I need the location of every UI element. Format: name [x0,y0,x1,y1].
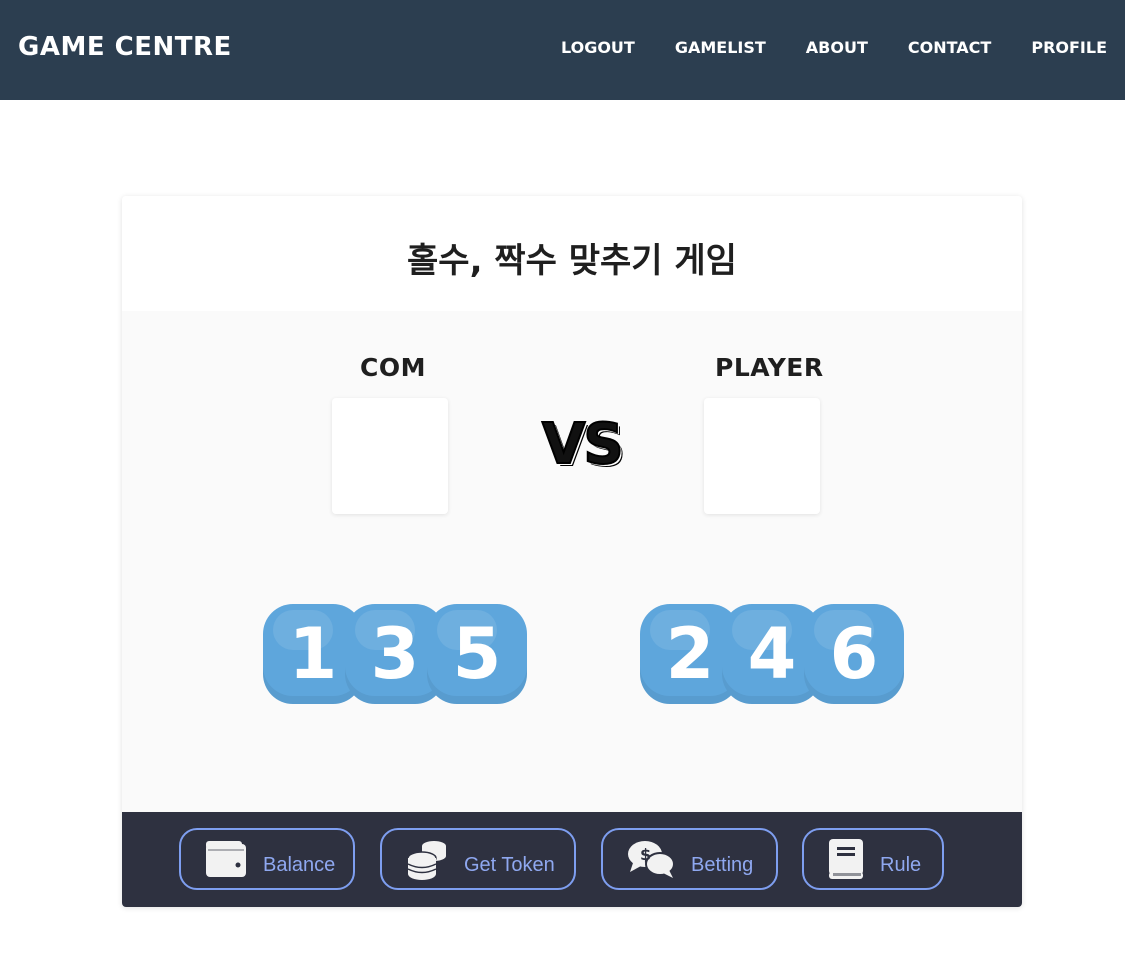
betting-label: Betting [691,853,754,876]
odd-dice-group[interactable]: 1 3 5 [263,604,527,704]
die-number: 6 [829,613,879,695]
rule-label: Rule [880,853,922,876]
nav-logout[interactable]: LOGOUT [561,38,635,57]
nav-contact[interactable]: CONTACT [908,38,991,57]
brand-logo[interactable]: GAME CENTRE [18,32,232,62]
game-card: 홀수, 짝수 맞추기 게임 COM PLAYER VS 1 3 5 2 4 6 [122,196,1022,907]
game-title: 홀수, 짝수 맞추기 게임 [407,241,737,281]
book-icon [828,838,864,880]
com-result-box [332,398,448,514]
vs-label: VS [541,411,625,478]
rule-button[interactable]: Rule [802,828,944,890]
comments-dollar-icon: $ [627,839,675,879]
die-number: 2 [665,613,715,695]
die-number: 1 [288,613,338,695]
die-even-6[interactable]: 6 [804,604,904,704]
com-label: COM [360,353,426,382]
coins-icon [406,838,448,880]
player-result-box [704,398,820,514]
nav-gamelist[interactable]: GAMELIST [675,38,766,57]
svg-text:$: $ [640,845,651,864]
wallet-icon [205,840,247,878]
top-navbar: GAME CENTRE LOGOUT GAMELIST ABOUT CONTAC… [0,0,1125,100]
balance-label: Balance [263,853,336,876]
action-bar: Balance Get Token $ Betting Rule [122,812,1022,907]
game-board: COM PLAYER VS 1 3 5 2 4 6 [122,311,1022,812]
nav-about[interactable]: ABOUT [806,38,868,57]
die-number: 4 [747,613,797,695]
die-number: 5 [452,613,502,695]
betting-button[interactable]: $ Betting [601,828,778,890]
player-label: PLAYER [715,353,824,382]
nav-profile[interactable]: PROFILE [1031,38,1107,57]
card-header: 홀수, 짝수 맞추기 게임 [122,196,1022,311]
get-token-label: Get Token [464,853,555,876]
get-token-button[interactable]: Get Token [380,828,576,890]
nav-links: LOGOUT GAMELIST ABOUT CONTACT PROFILE [521,38,1107,57]
even-dice-group[interactable]: 2 4 6 [640,604,904,704]
balance-button[interactable]: Balance [179,828,355,890]
die-odd-5[interactable]: 5 [427,604,527,704]
die-number: 3 [370,613,420,695]
